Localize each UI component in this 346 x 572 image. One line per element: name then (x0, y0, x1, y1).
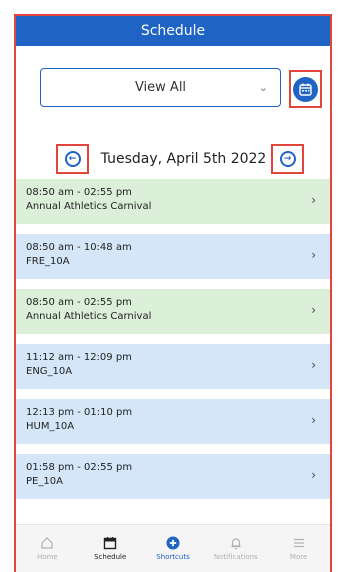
event-time: 11:12 am - 12:09 pm (26, 352, 132, 363)
chevron-down-icon: ⌄ (258, 81, 268, 94)
event-title: PE_10A (26, 476, 63, 487)
schedule-item[interactable]: 11:12 am - 12:09 pm ENG_10A › (16, 344, 330, 389)
tab-home-label: Home (37, 553, 58, 561)
tab-shortcuts[interactable]: Shortcuts (142, 525, 205, 572)
event-time: 12:13 pm - 01:10 pm (26, 407, 133, 418)
chevron-right-icon: › (311, 413, 316, 427)
event-time: 08:50 am - 02:55 pm (26, 187, 132, 198)
schedule-list: 08:50 am - 02:55 pm Annual Athletics Car… (16, 179, 330, 509)
previous-day-button[interactable]: ← (56, 144, 89, 174)
chevron-right-icon: › (311, 468, 316, 482)
event-time: 08:50 am - 02:55 pm (26, 297, 132, 308)
tab-notifications[interactable]: Notifications (204, 525, 267, 572)
current-date-label: Tuesday, April 5th 2022 (100, 151, 267, 167)
app-screen: Schedule View All ⌄ ← Tuesday, April 5th… (14, 14, 332, 572)
next-day-button[interactable]: → (271, 144, 304, 174)
schedule-item[interactable]: 12:13 pm - 01:10 pm HUM_10A › (16, 399, 330, 444)
tab-more-label: More (289, 553, 308, 561)
view-filter-dropdown[interactable]: View All ⌄ (40, 68, 281, 107)
date-navigator: ← Tuesday, April 5th 2022 → (16, 144, 330, 174)
event-title: Annual Athletics Carnival (26, 311, 152, 322)
event-title: HUM_10A (26, 421, 75, 432)
tab-schedule-label: Schedule (94, 553, 127, 561)
arrow-right-icon: → (279, 151, 296, 167)
arrow-left-icon: ← (64, 151, 81, 167)
tab-home[interactable]: Home (16, 525, 79, 572)
event-title: ENG_10A (26, 366, 73, 377)
schedule-item[interactable]: 01:58 pm - 02:55 pm PE_10A › (16, 454, 330, 499)
tab-schedule[interactable]: Schedule (79, 525, 142, 572)
chevron-right-icon: › (311, 193, 316, 207)
tab-notifications-label: Notifications (213, 553, 258, 561)
bell-icon (231, 538, 241, 550)
home-icon (41, 537, 53, 549)
event-time: 08:50 am - 10:48 am (26, 242, 132, 253)
tab-more[interactable]: More (267, 525, 330, 572)
chevron-right-icon: › (311, 358, 316, 372)
schedule-item[interactable]: 08:50 am - 02:55 pm Annual Athletics Car… (16, 179, 330, 224)
event-time: 01:58 pm - 02:55 pm (26, 462, 133, 473)
plus-circle-icon (166, 536, 180, 550)
chevron-right-icon: › (311, 303, 316, 317)
event-title: FRE_10A (26, 256, 70, 267)
schedule-item[interactable]: 08:50 am - 10:48 am FRE_10A › (16, 234, 330, 279)
tab-shortcuts-label: Shortcuts (156, 553, 190, 561)
event-title: Annual Athletics Carnival (26, 201, 152, 212)
filter-selected-value: View All (134, 80, 187, 95)
bottom-tab-bar: Home Schedule Shortcuts Notifications Mo… (16, 524, 330, 572)
chevron-right-icon: › (311, 248, 316, 262)
schedule-item[interactable]: 08:50 am - 02:55 pm Annual Athletics Car… (16, 289, 330, 334)
calendar-icon (103, 537, 117, 550)
menu-icon (293, 538, 304, 548)
calendar-icon (293, 76, 318, 102)
page-title: Schedule (16, 16, 330, 46)
calendar-button[interactable] (289, 70, 322, 108)
